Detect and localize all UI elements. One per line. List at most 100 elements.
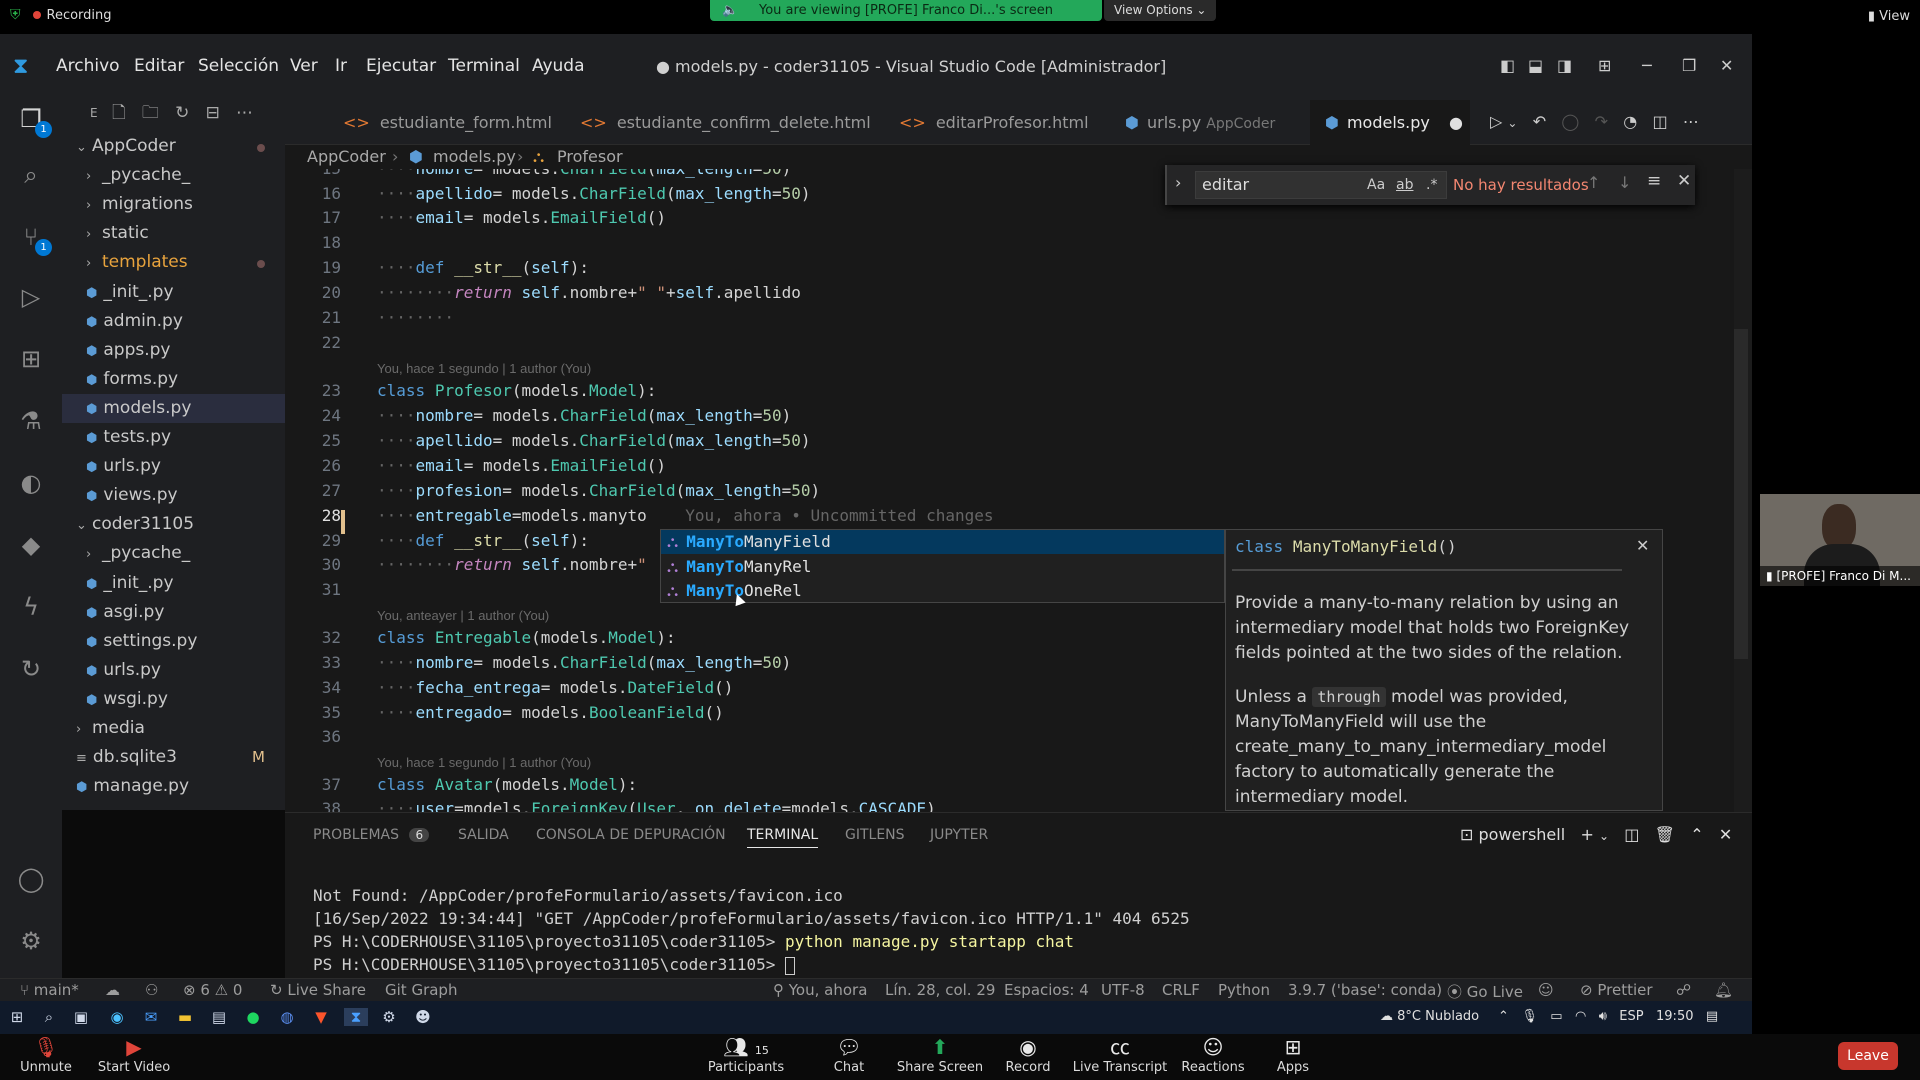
terminal-line[interactable]: PS H:\CODERHOUSE\31105\proyecto31105\cod… [313,955,796,975]
brave-icon[interactable]: ▼ [312,1008,330,1026]
tree-item[interactable]: ⬢ tests.py [62,423,285,452]
run-debug-icon[interactable]: ▷ [14,280,48,314]
codelens-blame[interactable]: You, hace 1 segundo | 1 author (You) [377,361,591,376]
menu-ir[interactable]: Ir [335,56,347,76]
find-input[interactable]: editar Aa ab .* [1195,171,1447,199]
tab-terminal[interactable]: TERMINAL [747,827,819,848]
breadcrumb-file[interactable]: models.py [433,145,516,169]
tab-editar-profesor[interactable]: <> editarProfesor.html [899,100,1089,145]
tab-salida[interactable]: SALIDA [458,827,509,843]
chat-button[interactable]: 💬︎ Chat [799,1034,899,1075]
menu-archivo[interactable]: Archivo [56,56,120,76]
suggestion-item[interactable]: ⛬ ManyToManyField [661,530,1224,554]
tree-item[interactable]: ⬢ models.py [62,393,285,423]
tree-item[interactable]: ⬢ settings.py [62,627,285,656]
breadcrumb-folder[interactable]: AppCoder [307,145,386,169]
settings-taskbar-icon[interactable]: ⚙ [380,1008,398,1026]
run-icon[interactable]: ▷ [1490,112,1502,131]
match-case-icon[interactable]: Aa [1367,172,1385,198]
go-back-icon[interactable]: ↶ [1533,112,1546,131]
testing-icon[interactable]: ⚗ [14,404,48,438]
chevron-up-icon[interactable]: ⌃ [1498,1009,1509,1024]
toggle-secondary-sidebar-icon[interactable]: ◨ [1557,56,1572,75]
open-changes-icon[interactable]: ◔ [1623,112,1637,131]
tree-item[interactable]: › static [62,219,285,248]
wifi-icon[interactable]: ◠ [1575,1009,1586,1024]
close-find-icon[interactable]: ✕ [1677,171,1691,191]
go-forward-icon[interactable]: ↷ [1595,112,1608,131]
split-editor-icon[interactable]: ◫ [1652,112,1667,131]
more-icon[interactable]: ⋯ [236,103,253,123]
timeline-icon[interactable]: ◯ [1561,112,1579,131]
go-live-status[interactable]: ⦿ Go Live [1447,981,1523,1002]
weather-widget[interactable]: ☁ 8°C Nublado [1380,1009,1479,1024]
toggle-replace-chevron-icon[interactable]: › [1175,173,1181,192]
codelens-blame[interactable]: You, hace 1 segundo | 1 author (You) [377,755,591,770]
menu-editar[interactable]: Editar [134,56,184,76]
mongodb-icon[interactable]: ◆ [14,528,48,562]
tab-estudiante-form[interactable]: <> estudiante_form.html [285,100,552,145]
overview-ruler[interactable] [1734,169,1752,812]
accounts-icon[interactable]: ◯ [14,862,48,896]
tree-item[interactable]: › _pycache_ [62,539,285,568]
branch-status[interactable]: ⑂ main* [20,981,79,999]
maximize-panel-icon[interactable]: ⌃ [1690,825,1703,844]
eol[interactable]: CRLF [1162,981,1200,999]
language-mode[interactable]: Python [1218,981,1270,999]
find-in-selection-icon[interactable]: ≡ [1647,171,1661,191]
tab-estudiante-confirm-delete[interactable]: <> estudiante_confirm_delete.html [580,100,871,145]
extensions-icon[interactable]: ⊞ [14,342,48,376]
tab-consola-depuracion[interactable]: CONSOLA DE DEPURACIÓN [536,827,726,843]
tree-item[interactable]: › _pycache_ [62,161,285,190]
more-actions-icon[interactable]: ⋯ [1683,112,1699,131]
customize-layout-icon[interactable]: ⊞ [1598,56,1611,75]
share-screen-button[interactable]: ⬆ Share Screen [890,1034,990,1075]
breadcrumb-symbol[interactable]: Profesor [557,145,623,169]
menu-seleccion[interactable]: Selección [198,56,279,76]
restore-icon[interactable]: ❐ [1682,56,1696,75]
source-control-icon[interactable]: ⑂ 1 [14,220,52,256]
edge-icon[interactable]: ◉ [108,1008,126,1026]
tree-item[interactable]: ⬢ manage.py [62,772,285,801]
tree-item[interactable]: › media [62,714,285,743]
close-details-icon[interactable]: ✕ [1636,536,1649,555]
view-button[interactable]: ▮ View [1868,9,1910,24]
microphone-icon[interactable]: 🎙︎ [1521,1009,1538,1024]
clock[interactable]: 19:50 [1656,1009,1693,1024]
tab-urls-py[interactable]: ⬢ urls.py AppCoder [1125,100,1305,145]
close-panel-icon[interactable]: ✕ [1719,825,1732,844]
zoom-taskbar-icon[interactable]: ◍ [278,1008,296,1026]
problems-status[interactable]: ⊗ 6 ⚠ 0 [183,981,242,999]
live-share-status[interactable]: ↻ Live Share [270,981,366,999]
minimize-icon[interactable]: ─ [1642,56,1652,75]
discord-icon[interactable]: ☻ [414,1008,432,1026]
tree-item[interactable]: ⬢ urls.py [62,656,285,685]
tree-item[interactable]: › migrations [62,190,285,219]
spotify-icon[interactable]: ● [244,1008,262,1026]
battery-icon[interactable]: ▭ [1550,1009,1562,1024]
match-whole-word-icon[interactable]: ab [1396,172,1413,198]
tree-item[interactable]: › templates [62,248,285,277]
tree-item[interactable]: ⬢ urls.py [62,452,285,481]
language-indicator[interactable]: ESP [1619,1009,1643,1024]
indentation[interactable]: Espacios: 4 [1004,981,1089,999]
record-button[interactable]: ◉ Record [978,1034,1078,1075]
gitlens-icon[interactable]: ◐ [14,466,48,500]
tree-item[interactable]: ⬢ _init_.py [62,569,285,598]
toggle-sidebar-icon[interactable]: ◧ [1500,56,1515,75]
kill-terminal-icon[interactable]: 🗑 [1655,825,1675,844]
tab-jupyter[interactable]: JUPYTER [930,827,988,843]
sync-icon[interactable]: ☁ [105,981,120,999]
refresh-icon[interactable]: ↻ [175,103,189,123]
shell-name[interactable]: powershell [1479,825,1566,844]
menu-ver[interactable]: Ver [290,56,318,76]
tab-problemas[interactable]: PROBLEMAS 6 [313,827,430,843]
chevron-down-icon[interactable]: ⌄ [1507,116,1517,130]
copilot-icon[interactable]: ☺ [1538,981,1554,999]
suggestion-item[interactable]: ⛬ ManyToManyRel [661,555,1224,579]
menu-terminal[interactable]: Terminal [448,56,520,76]
menu-ejecutar[interactable]: Ejecutar [366,56,436,76]
task-view-icon[interactable]: ▣ [72,1008,90,1026]
scrollbar-thumb[interactable] [1734,329,1748,659]
vscode-taskbar-icon[interactable]: ⧗ [344,1008,368,1026]
